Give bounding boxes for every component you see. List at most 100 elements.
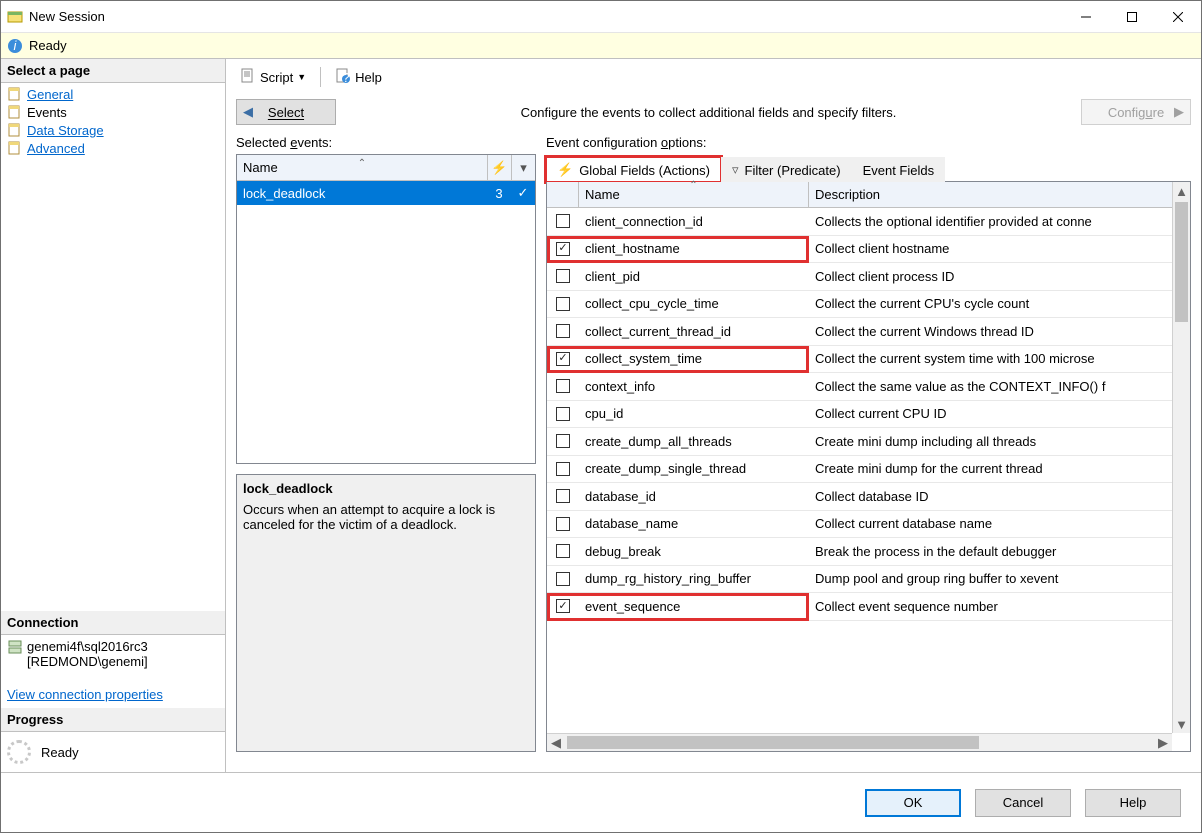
field-row[interactable]: client_connection_idCollects the optiona…	[547, 208, 1190, 236]
event-name: lock_deadlock	[237, 186, 487, 201]
field-name: database_id	[579, 489, 809, 504]
field-desc: Collect the current system time with 100…	[809, 351, 1190, 366]
field-row[interactable]: collect_current_thread_idCollect the cur…	[547, 318, 1190, 346]
tab-filter-predicate[interactable]: ▿ Filter (Predicate)	[721, 157, 852, 182]
tab-event-fields[interactable]: Event Fields	[852, 157, 946, 182]
field-checkbox[interactable]	[556, 544, 570, 558]
arrow-right-icon: ▶	[1174, 104, 1184, 120]
field-checkbox[interactable]	[556, 324, 570, 338]
field-checkbox[interactable]	[556, 489, 570, 503]
field-desc: Collect client hostname	[809, 241, 1190, 256]
col-bolt[interactable]: ⚡	[487, 155, 511, 180]
scroll-up-icon[interactable]: ▲	[1173, 182, 1190, 200]
event-check: ✓	[511, 185, 535, 201]
field-desc: Collect current CPU ID	[809, 406, 1190, 421]
field-checkbox[interactable]	[556, 379, 570, 393]
field-name: create_dump_all_threads	[579, 434, 809, 449]
field-row[interactable]: database_nameCollect current database na…	[547, 511, 1190, 539]
maximize-button[interactable]	[1109, 1, 1155, 33]
ok-button[interactable]: OK	[865, 789, 961, 817]
configure-mode-button[interactable]: Configure ▶	[1081, 99, 1191, 125]
page-icon	[7, 104, 23, 120]
field-row[interactable]: context_infoCollect the same value as th…	[547, 373, 1190, 401]
info-icon: i	[7, 38, 23, 54]
scroll-down-icon[interactable]: ▼	[1173, 715, 1190, 733]
field-checkbox[interactable]	[556, 269, 570, 283]
selected-event-row[interactable]: lock_deadlock3✓	[237, 181, 535, 205]
config-label: Event configuration options:	[546, 135, 1191, 150]
vertical-scrollbar[interactable]: ▲ ▼	[1172, 182, 1190, 733]
field-row[interactable]: create_dump_all_threadsCreate mini dump …	[547, 428, 1190, 456]
event-description-title: lock_deadlock	[243, 481, 529, 496]
fields-grid-body[interactable]: client_connection_idCollects the optiona…	[547, 208, 1190, 751]
tab-global-fields[interactable]: ⚡ Global Fields (Actions)	[546, 157, 721, 182]
close-button[interactable]	[1155, 1, 1201, 33]
field-row[interactable]: cpu_idCollect current CPU ID	[547, 401, 1190, 429]
page-item-advanced[interactable]: Advanced	[1, 139, 225, 157]
field-checkbox[interactable]	[556, 214, 570, 228]
window-title: New Session	[29, 9, 1063, 24]
field-desc: Break the process in the default debugge…	[809, 544, 1190, 559]
fields-grid: ⌃ Name Description client_connection_idC…	[546, 182, 1191, 752]
config-column: Event configuration options: ⚡ Global Fi…	[546, 135, 1191, 752]
col-name[interactable]: ⌃ Name	[237, 160, 487, 175]
field-row[interactable]: client_pidCollect client process ID	[547, 263, 1190, 291]
connection-server: genemi4f\sql2016rc3	[27, 639, 148, 654]
field-row[interactable]: event_sequenceCollect event sequence num…	[547, 593, 1190, 621]
selected-events-header: ⌃ Name ⚡ ▾	[237, 155, 535, 181]
help-button[interactable]: Help	[1085, 789, 1181, 817]
field-row[interactable]: collect_cpu_cycle_timeCollect the curren…	[547, 291, 1190, 319]
field-name: collect_system_time	[579, 351, 809, 366]
col-filter[interactable]: ▾	[511, 155, 535, 180]
field-desc: Collects the optional identifier provide…	[809, 214, 1190, 229]
field-row[interactable]: collect_system_timeCollect the current s…	[547, 346, 1190, 374]
selected-events-grid[interactable]: ⌃ Name ⚡ ▾ lock_deadlock3✓	[236, 154, 536, 464]
horizontal-scrollbar[interactable]: ◀ ▶	[547, 733, 1172, 751]
scroll-left-icon[interactable]: ◀	[547, 735, 565, 751]
cancel-button[interactable]: Cancel	[975, 789, 1071, 817]
field-checkbox[interactable]	[556, 352, 570, 366]
field-desc: Dump pool and group ring buffer to xeven…	[809, 571, 1190, 586]
page-item-data-storage[interactable]: Data Storage	[1, 121, 225, 139]
scroll-thumb[interactable]	[1175, 202, 1188, 322]
field-checkbox[interactable]	[556, 462, 570, 476]
field-name: database_name	[579, 516, 809, 531]
scroll-thumb[interactable]	[567, 736, 979, 749]
field-row[interactable]: client_hostnameCollect client hostname	[547, 236, 1190, 264]
field-name: cpu_id	[579, 406, 809, 421]
progress-text: Ready	[41, 745, 79, 760]
field-checkbox[interactable]	[556, 407, 570, 421]
script-button[interactable]: Script ▼	[236, 66, 310, 89]
field-checkbox[interactable]	[556, 599, 570, 613]
field-row[interactable]: create_dump_single_threadCreate mini dum…	[547, 456, 1190, 484]
select-mode-button[interactable]: ◀ Select	[236, 99, 336, 125]
page-label: Data Storage	[27, 123, 104, 138]
page-item-events[interactable]: Events	[1, 103, 225, 121]
col-field-name[interactable]: ⌃ Name	[579, 182, 809, 207]
field-checkbox[interactable]	[556, 517, 570, 531]
field-row[interactable]: dump_rg_history_ring_bufferDump pool and…	[547, 566, 1190, 594]
left-pane: Select a page GeneralEventsData StorageA…	[1, 59, 226, 772]
view-connection-properties-link[interactable]: View connection properties	[1, 681, 225, 708]
field-desc: Collect client process ID	[809, 269, 1190, 284]
field-checkbox[interactable]	[556, 242, 570, 256]
sort-caret-icon: ⌃	[358, 158, 366, 169]
toolbar: Script ▼ ? Help	[236, 63, 1191, 91]
field-checkbox[interactable]	[556, 297, 570, 311]
field-checkbox[interactable]	[556, 572, 570, 586]
help-button[interactable]: ? Help	[331, 66, 386, 89]
status-bar: i Ready	[1, 33, 1201, 59]
field-row[interactable]: debug_breakBreak the process in the defa…	[547, 538, 1190, 566]
field-desc: Collect database ID	[809, 489, 1190, 504]
page-icon	[7, 122, 23, 138]
field-row[interactable]: database_idCollect database ID	[547, 483, 1190, 511]
col-checkbox[interactable]	[547, 182, 579, 207]
dialog-window: New Session i Ready Select a page Genera…	[0, 0, 1202, 833]
field-checkbox[interactable]	[556, 434, 570, 448]
field-name: client_connection_id	[579, 214, 809, 229]
lightning-icon: ⚡	[557, 162, 573, 178]
page-item-general[interactable]: General	[1, 85, 225, 103]
scroll-right-icon[interactable]: ▶	[1154, 735, 1172, 751]
col-field-desc[interactable]: Description	[809, 182, 1190, 207]
minimize-button[interactable]	[1063, 1, 1109, 33]
